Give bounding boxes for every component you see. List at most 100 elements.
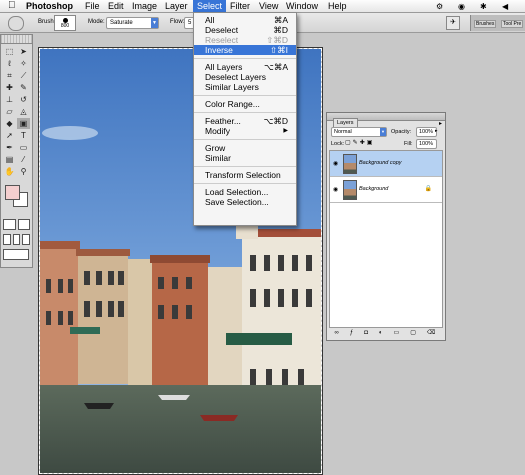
script-menu-icon[interactable]: ⚙ xyxy=(436,1,443,13)
adjustment-layer-icon[interactable]: ◐ xyxy=(379,328,383,338)
history-brush-icon[interactable]: ↺ xyxy=(17,94,30,105)
menu-item-inverse[interactable]: Inverse ⇧⌘I xyxy=(194,45,296,55)
type-icon[interactable]: T xyxy=(17,130,30,141)
menu-app-photoshop[interactable]: Photoshop xyxy=(22,0,77,12)
standard-mode-icon[interactable] xyxy=(3,219,16,230)
menu-file[interactable]: File xyxy=(81,0,104,12)
layer-row-background[interactable]: ◉ Background 🔒 xyxy=(330,177,442,203)
tool-preset-icon[interactable] xyxy=(8,16,24,31)
menu-item-grow[interactable]: Grow xyxy=(194,143,296,153)
new-layer-icon[interactable]: ▢ xyxy=(410,328,416,338)
palette-menu-icon[interactable]: ▸ xyxy=(439,120,442,127)
clone-stamp-icon[interactable]: ⊥ xyxy=(3,94,16,105)
toolbox-grip[interactable] xyxy=(1,35,32,44)
notes-icon[interactable]: ▤ xyxy=(3,154,16,165)
menu-item-similar-layers[interactable]: Similar Layers xyxy=(194,82,296,92)
lock-options-icons[interactable]: ▢✎✚▣ xyxy=(345,139,374,146)
layer-mask-icon[interactable]: ◘ xyxy=(364,328,368,338)
mode-label: Mode: xyxy=(88,19,105,25)
menu-item-label: Similar xyxy=(205,153,231,163)
menu-separator xyxy=(194,166,296,167)
sponge-icon[interactable]: ▣ xyxy=(17,118,30,129)
menu-item-all[interactable]: All ⌘A xyxy=(194,15,296,25)
menu-window[interactable]: Window xyxy=(282,0,322,12)
volume-icon[interactable]: ◀ xyxy=(502,1,508,13)
blur-icon[interactable]: ◆ xyxy=(3,118,16,129)
apple-icon[interactable]:  xyxy=(8,0,16,12)
menu-item-label: Color Range... xyxy=(205,99,260,109)
mode-select[interactable]: Saturate ▼ xyxy=(106,17,159,29)
layer-row-background-copy[interactable]: ◉ Background copy xyxy=(330,151,442,177)
menu-select[interactable]: Select xyxy=(193,0,227,12)
layer-style-icon[interactable]: ƒ xyxy=(350,328,353,338)
eraser-icon[interactable]: ▱ xyxy=(3,106,16,117)
opacity-label: Opacity: xyxy=(391,129,412,135)
marquee-icon[interactable]: ⬚ xyxy=(3,46,16,57)
visibility-eye-icon[interactable]: ◉ xyxy=(333,186,338,193)
select-menu-dropdown: All ⌘A Deselect ⌘D Reselect ⇧⌘D Inverse ⇧⌘I … xyxy=(193,12,297,226)
menu-item-similar[interactable]: Similar xyxy=(194,153,296,163)
menu-help[interactable]: Help xyxy=(324,0,351,12)
visibility-eye-icon[interactable]: ◉ xyxy=(333,160,338,167)
menu-separator xyxy=(194,112,296,113)
brush-picker[interactable]: 800 xyxy=(54,15,76,31)
opacity-value: 100% xyxy=(419,129,434,135)
layers-list: ◉ Background copy ◉ Background 🔒 xyxy=(329,150,443,328)
menu-separator xyxy=(194,139,296,140)
menu-item-load-selection[interactable]: Load Selection... xyxy=(194,187,296,197)
menu-item-color-range[interactable]: Color Range... xyxy=(194,99,296,109)
menu-item-feather[interactable]: Feather... ⌥⌘D xyxy=(194,116,296,126)
trash-icon[interactable]: ⌫ xyxy=(427,328,435,338)
airbrush-button[interactable]: ✈ xyxy=(446,16,460,30)
menu-item-reselect: Reselect ⇧⌘D xyxy=(194,35,296,45)
lasso-icon[interactable]: ℓ xyxy=(3,58,16,69)
slice-icon[interactable]: ⟋ xyxy=(17,70,30,81)
menu-item-deselect-layers[interactable]: Deselect Layers xyxy=(194,72,296,82)
menu-item-save-selection[interactable]: Save Selection... xyxy=(194,197,296,207)
imageready-icon[interactable] xyxy=(3,249,29,260)
standard-screen-icon[interactable] xyxy=(3,234,11,245)
brush-icon[interactable]: ✎ xyxy=(17,82,30,93)
path-selection-icon[interactable]: ➚ xyxy=(3,130,16,141)
well-tab-tool-presets[interactable]: Tool Pre xyxy=(501,20,524,28)
hand-icon[interactable]: ✋ xyxy=(3,166,16,177)
menu-item-label: Similar Layers xyxy=(205,82,259,92)
move-icon[interactable]: ➤ xyxy=(17,46,30,57)
foreground-color-swatch[interactable] xyxy=(5,185,20,200)
opacity-field[interactable]: 100% xyxy=(416,127,437,137)
menu-filter[interactable]: Filter xyxy=(226,0,254,12)
healing-brush-icon[interactable]: ✚ xyxy=(3,82,16,93)
menu-item-shortcut: ⌥⌘A xyxy=(264,62,288,72)
new-group-icon[interactable]: ▭ xyxy=(394,328,400,338)
tab-layers[interactable]: Layers xyxy=(333,118,358,127)
menu-item-all-layers[interactable]: All Layers ⌥⌘A xyxy=(194,62,296,72)
menu-layer[interactable]: Layer xyxy=(161,0,192,12)
menu-edit[interactable]: Edit xyxy=(104,0,128,12)
spotlight-icon[interactable]: ◉ xyxy=(458,1,465,13)
submenu-arrow-icon: ▶ xyxy=(283,128,288,134)
menu-item-deselect[interactable]: Deselect ⌘D xyxy=(194,25,296,35)
menu-separator xyxy=(194,58,296,59)
menu-view[interactable]: View xyxy=(255,0,282,12)
magic-wand-icon[interactable]: ✧ xyxy=(17,58,30,69)
menu-item-label: All xyxy=(205,15,215,25)
shape-icon[interactable]: ▭ xyxy=(17,142,30,153)
fill-field[interactable]: 100% xyxy=(416,139,437,149)
bluetooth-icon[interactable]: ✱ xyxy=(480,1,487,13)
pen-icon[interactable]: ✒ xyxy=(3,142,16,153)
full-screen-icon[interactable] xyxy=(22,234,31,245)
menu-item-modify[interactable]: Modify ▶ xyxy=(194,126,296,136)
opacity-slider-icon[interactable]: ▸ xyxy=(435,128,438,134)
blend-mode-select[interactable]: Normal ▼ xyxy=(331,127,387,137)
menu-image[interactable]: Image xyxy=(128,0,161,12)
menu-item-transform-selection[interactable]: Transform Selection xyxy=(194,170,296,180)
full-screen-menu-icon[interactable] xyxy=(12,234,21,245)
zoom-icon[interactable]: ⚲ xyxy=(17,166,30,177)
well-tab-brushes[interactable]: Brushes xyxy=(474,20,497,28)
paint-bucket-icon[interactable]: ◬ xyxy=(17,106,30,117)
eyedropper-icon[interactable]: ⁄ xyxy=(17,154,30,165)
flow-value: 5 xyxy=(188,20,192,26)
crop-icon[interactable]: ⌗ xyxy=(3,70,16,81)
link-layers-icon[interactable]: ∞ xyxy=(335,328,339,338)
quick-mask-icon[interactable] xyxy=(17,219,30,230)
